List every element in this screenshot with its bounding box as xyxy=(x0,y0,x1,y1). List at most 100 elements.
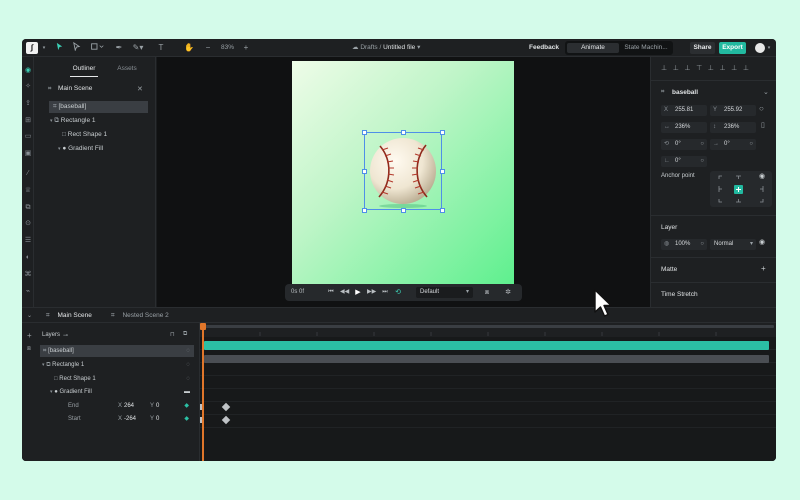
rectangle-duration-bar[interactable] xyxy=(204,355,769,363)
tab-nested-scene[interactable]: ⌗ Nested Scene 2 xyxy=(111,311,169,321)
play-icon[interactable]: ▶ xyxy=(354,287,362,298)
start-y-value[interactable]: 0 xyxy=(156,413,159,425)
resize-handle[interactable] xyxy=(440,169,445,174)
resize-handle[interactable] xyxy=(401,208,406,213)
chevron-down-icon[interactable]: ▾ xyxy=(41,42,47,54)
timeline-tracks[interactable] xyxy=(200,323,776,461)
chevron-down-icon[interactable]: ▾ xyxy=(417,44,420,51)
keyframe-icon[interactable]: ◆ xyxy=(184,413,189,425)
current-time[interactable]: 0s 0f xyxy=(291,287,313,298)
keyframe-icon[interactable]: ◆ xyxy=(184,400,189,412)
upload-icon[interactable]: ⇪ xyxy=(24,100,32,108)
chevron-down-icon[interactable]: ▾ xyxy=(766,42,772,54)
timeline-row-gradient[interactable]: ▾ ● Gradient Fill ▬ xyxy=(40,386,194,398)
lock-ratio-icon[interactable]: ▯ xyxy=(761,121,765,129)
text-tool-icon[interactable]: T xyxy=(156,42,166,54)
brush-icon[interactable]: ⁄ xyxy=(24,170,32,178)
resize-handle[interactable] xyxy=(440,208,445,213)
resize-handle[interactable] xyxy=(401,130,406,135)
pencil-tool-icon[interactable]: ✎▾ xyxy=(129,42,147,54)
chevron-down-icon[interactable]: ⌄ xyxy=(27,311,32,321)
timeline-row-start[interactable]: Start X -264 Y 0 ◆ xyxy=(40,413,194,425)
baseball-duration-bar[interactable] xyxy=(204,341,769,350)
feedback-link[interactable]: Feedback xyxy=(529,42,559,54)
link-icon[interactable]: ⊸ xyxy=(63,332,68,339)
tag-icon[interactable]: ⌁ xyxy=(24,288,32,296)
sparkle-icon[interactable]: ✧ xyxy=(24,83,32,91)
eye-icon[interactable]: ◌ xyxy=(186,359,190,371)
height-field[interactable]: ↕ 236% xyxy=(710,122,756,133)
rotation-field[interactable]: ⟲ 0° ○ xyxy=(661,139,707,150)
resize-handle[interactable] xyxy=(362,130,367,135)
crown-icon[interactable]: ♕ xyxy=(24,187,32,195)
object-name[interactable]: baseball xyxy=(672,89,698,96)
grid-icon[interactable]: ⊞ xyxy=(24,117,32,125)
x-field[interactable]: X 255.81 xyxy=(661,105,707,116)
blend-mode-select[interactable]: Normal ▾ xyxy=(710,239,756,250)
components-icon[interactable]: ⧉ xyxy=(24,204,32,212)
timeline-row-rectangle[interactable]: ▾ ⧉ Rectangle 1 ◌ xyxy=(40,359,194,371)
tab-main-scene[interactable]: ⌗ Main Scene xyxy=(46,311,92,321)
work-area-bar[interactable] xyxy=(200,325,774,328)
circle-icon[interactable]: ○ xyxy=(759,104,764,113)
resize-handle[interactable] xyxy=(440,130,445,135)
bars-icon[interactable]: ☰ xyxy=(24,237,32,245)
eye-icon[interactable]: ◉ xyxy=(759,172,765,180)
align-toolbar[interactable]: ⊥⊥⊥⊤⊥⊥⊥⊥ xyxy=(661,64,771,74)
toggle-icon[interactable]: ⊙ xyxy=(24,220,32,228)
zoom-level[interactable]: 83% xyxy=(221,42,234,54)
share-button[interactable]: Share xyxy=(690,42,715,54)
avatar[interactable] xyxy=(755,43,765,53)
y-field[interactable]: Y 255.92 xyxy=(710,105,756,116)
app-logo[interactable]: ∫ xyxy=(26,42,38,54)
end-y-value[interactable]: 0 xyxy=(156,400,159,412)
state-machine-mode-tab[interactable]: State Machin... xyxy=(620,43,672,53)
export-button[interactable]: Export xyxy=(719,42,746,54)
chevron-down-icon[interactable]: ▾ xyxy=(42,362,45,368)
node-tool-icon[interactable] xyxy=(71,41,81,54)
loop-icon[interactable]: ⟲ xyxy=(393,287,403,298)
add-layer-button[interactable]: + xyxy=(27,331,32,340)
opacity-field[interactable]: ◍ 100% ○ xyxy=(661,239,707,250)
settings-icon[interactable]: ✲ xyxy=(503,287,513,298)
rectangle-tool-icon[interactable] xyxy=(90,42,104,54)
preview-icon[interactable]: ⧈ xyxy=(482,287,492,298)
select-tool-icon[interactable] xyxy=(54,42,64,54)
collapse-icon[interactable]: ✕ xyxy=(137,85,143,93)
step-back-icon[interactable]: ◀◀ xyxy=(340,287,349,298)
chevron-down-icon[interactable]: ▾ xyxy=(50,389,53,395)
start-x-value[interactable]: -264 xyxy=(124,413,136,425)
end-x-value[interactable]: 264 xyxy=(124,400,134,412)
eye-icon[interactable]: ◉ xyxy=(759,238,765,246)
outliner-item-baseball[interactable]: ⌗ [baseball] xyxy=(49,101,148,113)
hand-tool-icon[interactable]: ✋ xyxy=(184,42,194,54)
chevron-down-icon[interactable]: ▾ xyxy=(58,146,61,152)
tab-assets[interactable]: Assets xyxy=(107,63,147,75)
timeline-row-end[interactable]: End X 264 Y 0 ◆ xyxy=(40,400,194,412)
add-matte-button[interactable]: + xyxy=(761,264,766,273)
chevron-down-icon[interactable]: ⌄ xyxy=(763,88,769,96)
canvas-stage[interactable]: 0s 0f ⏮ ◀◀ ▶ ▶▶ ⏭ ⟲ Default ▾ ⧈ ✲ xyxy=(157,57,650,307)
animate-mode-tab[interactable]: Animate xyxy=(567,43,619,53)
skip-end-icon[interactable]: ⏭ xyxy=(381,287,389,298)
eye-icon[interactable]: ◌ xyxy=(186,373,190,385)
resize-handle[interactable] xyxy=(362,208,367,213)
skip-start-icon[interactable]: ⏮ xyxy=(327,287,335,298)
image-icon[interactable]: ▣ xyxy=(24,150,32,158)
timeline-row-rect-shape[interactable]: □ Rect Shape 1 ◌ xyxy=(40,373,194,385)
timeline-row-baseball[interactable]: ⌗ [baseball] ◌ xyxy=(40,345,194,357)
eye-icon[interactable]: ◌ xyxy=(186,345,190,357)
playhead-handle[interactable] xyxy=(200,323,206,330)
selection-box[interactable] xyxy=(364,132,442,210)
step-forward-icon[interactable]: ▶▶ xyxy=(367,287,376,298)
outliner-item-rectangle[interactable]: ▾ ⧉ Rectangle 1 xyxy=(50,115,172,127)
skew-x-field[interactable]: → 0° ○ xyxy=(710,139,756,150)
chevron-down-icon[interactable]: ▾ xyxy=(50,118,53,124)
resize-handle[interactable] xyxy=(362,169,367,174)
toggle-icon[interactable]: ▬ xyxy=(184,386,190,398)
pen-tool-icon[interactable]: ✒ xyxy=(114,42,124,54)
folder-icon[interactable]: ▭ xyxy=(24,133,32,141)
scene-name[interactable]: Main Scene xyxy=(58,85,92,92)
width-field[interactable]: ↔ 236% xyxy=(661,122,707,133)
lock-icon[interactable]: ⊓ xyxy=(170,331,175,338)
